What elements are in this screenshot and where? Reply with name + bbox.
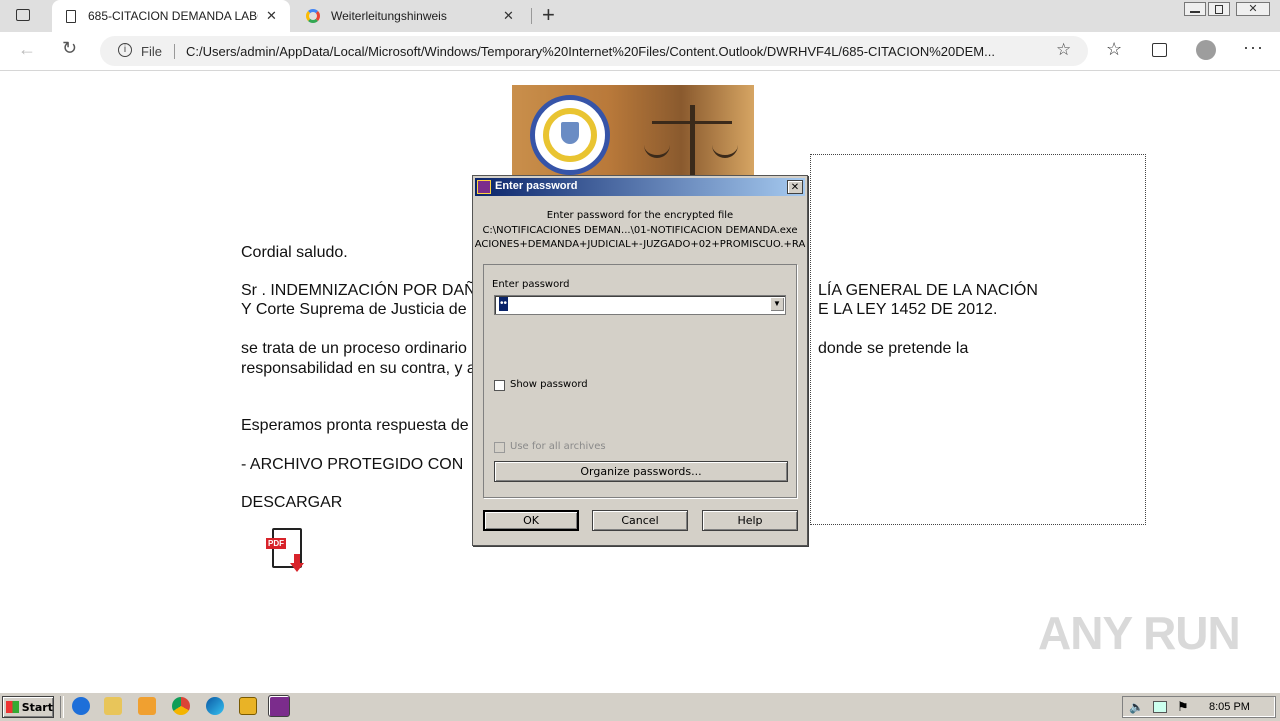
restore-icon[interactable] (1208, 2, 1230, 16)
minimize-icon[interactable] (1184, 2, 1206, 16)
password-dropdown-button[interactable]: ▼ (770, 297, 784, 311)
ie-icon[interactable] (72, 697, 90, 715)
body-line-2b: E LA LEY 1452 DE 2012. (818, 301, 998, 318)
organize-passwords-button[interactable]: Organize passwords... (494, 461, 788, 482)
body-line-4a: responsabilidad en su contra, y a (241, 360, 476, 377)
start-label: Start (21, 700, 53, 714)
body-line-6: - ARCHIVO PROTEGIDO CON (241, 456, 464, 473)
tab-title: Weiterleitungshinweis (331, 9, 447, 23)
ok-button[interactable]: OK (483, 510, 579, 531)
media-player-icon[interactable] (138, 697, 156, 715)
download-link[interactable]: DESCARGAR (241, 494, 342, 512)
dialog-archive-name: ACIONES+DEMANDA+JUDICIAL+-JUZGADO+02+PRO… (474, 239, 806, 250)
more-icon[interactable]: ··· (1243, 37, 1264, 58)
url-text[interactable]: C:/Users/admin/AppData/Local/Microsoft/W… (186, 44, 1056, 59)
refresh-icon[interactable]: ↻ (62, 38, 77, 59)
winrar-taskbar-icon[interactable] (268, 695, 290, 717)
tab-citacion[interactable]: 685-CITACION DEMANDA LABC ✕ (52, 0, 290, 32)
help-button[interactable]: Help (702, 510, 798, 531)
back-icon[interactable]: ← (18, 39, 36, 60)
address-box[interactable]: i File C:/Users/admin/AppData/Local/Micr… (100, 36, 1088, 66)
close-tab-icon[interactable]: ✕ (266, 8, 277, 24)
taskbar: Start 🔈 ⚑ 8:05 PM (0, 692, 1280, 721)
password-input[interactable]: •• ▼ (494, 295, 786, 315)
windows-logo-icon (6, 701, 19, 713)
winrar-icon (477, 180, 491, 194)
close-tab-icon[interactable]: ✕ (503, 8, 514, 24)
dialog-title: Enter password (495, 180, 578, 192)
scheme-divider (174, 44, 175, 59)
enter-password-label: Enter password (492, 279, 570, 290)
use-all-archives-checkbox[interactable] (494, 442, 505, 453)
body-line-3b: donde se pretende la (818, 340, 969, 357)
outlook-icon[interactable] (239, 697, 257, 715)
close-window-icon[interactable]: ✕ (1236, 2, 1270, 16)
anyrun-watermark: ANY RUN (1038, 607, 1241, 659)
body-line-3a: se trata de un proceso ordinario (241, 340, 467, 357)
favorites-icon[interactable]: ☆ (1106, 39, 1122, 60)
enter-password-dialog: Enter password ✕ Enter password for the … (472, 175, 808, 546)
start-button[interactable]: Start (2, 696, 54, 718)
pdf-download-icon[interactable]: PDF (266, 528, 310, 574)
taskbar-separator (60, 696, 64, 718)
collections-icon[interactable] (1152, 43, 1167, 57)
dialog-file-path: C:\NOTIFICACIONES DEMAN...\01-NOTIFICACI… (482, 225, 798, 236)
clock: 8:05 PM (1209, 701, 1250, 713)
greeting-text: Cordial saludo. (241, 244, 348, 261)
dialog-description: Enter password for the encrypted file (546, 210, 734, 221)
password-value: •• (499, 297, 509, 311)
show-password-checkbox[interactable] (494, 380, 505, 391)
body-line-5: Esperamos pronta respuesta de (241, 417, 469, 434)
rama-judicial-seal (530, 95, 610, 175)
body-line-1b: LÍA GENERAL DE LA NACIÓN (818, 282, 1038, 299)
address-bar-row: ← ↻ i File C:/Users/admin/AppData/Local/… (0, 32, 1280, 71)
dialog-title-bar[interactable]: Enter password ✕ (475, 178, 805, 196)
scales-of-justice-image (642, 105, 742, 175)
file-scheme-label: File (141, 44, 162, 59)
use-all-archives-label: Use for all archives (510, 441, 606, 452)
cancel-button[interactable]: Cancel (592, 510, 688, 531)
info-icon[interactable]: i (118, 43, 132, 57)
body-line-1a: Sr . INDEMNIZACIÓN POR DAÑ (241, 282, 476, 299)
add-favorite-icon[interactable]: ☆ (1056, 40, 1071, 60)
chrome-icon[interactable] (172, 697, 190, 715)
body-line-2a: Y Corte Suprema de Justicia de (241, 301, 467, 318)
dialog-close-button[interactable]: ✕ (787, 180, 803, 194)
profile-avatar[interactable] (1196, 40, 1216, 60)
google-icon (306, 9, 320, 23)
password-group: Enter password •• ▼ Show password Use fo… (483, 264, 797, 498)
pdf-label: PDF (266, 538, 286, 549)
tab-weiterleitung[interactable]: Weiterleitungshinweis ✕ (292, 0, 528, 32)
volume-icon[interactable]: 🔈 (1129, 700, 1144, 714)
tab-divider (531, 8, 532, 24)
new-tab-button[interactable]: + (542, 2, 555, 28)
system-tray: 🔈 ⚑ 8:05 PM (1122, 696, 1276, 718)
rama-judicial-banner (512, 85, 754, 175)
action-center-flag-icon[interactable]: ⚑ (1177, 699, 1189, 715)
tab-bar: 685-CITACION DEMANDA LABC ✕ Weiterleitun… (0, 0, 1280, 32)
show-password-label: Show password (510, 379, 588, 390)
explorer-icon[interactable] (104, 697, 122, 715)
tab-actions-icon[interactable] (16, 9, 30, 21)
edge-icon[interactable] (206, 697, 224, 715)
file-icon (66, 9, 76, 23)
network-icon[interactable] (1153, 701, 1167, 713)
tab-title: 685-CITACION DEMANDA LABC (88, 9, 258, 23)
